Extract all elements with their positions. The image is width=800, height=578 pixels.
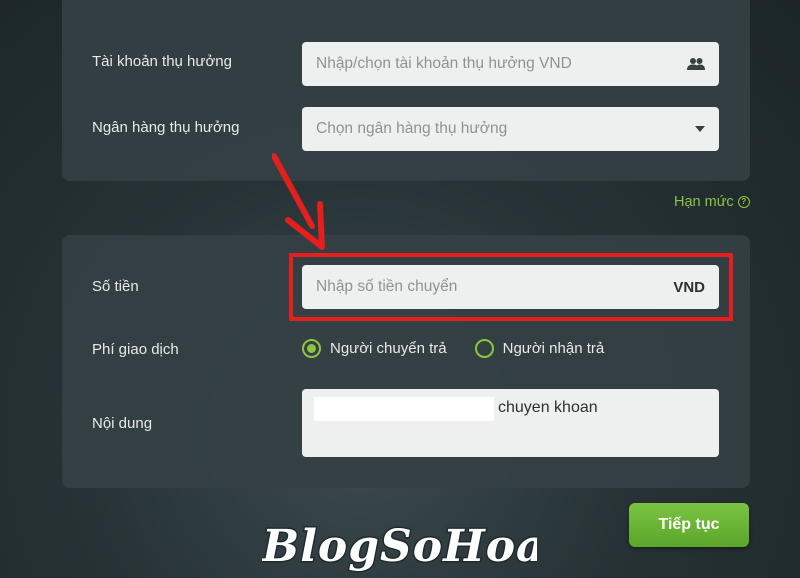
caret-down-icon — [695, 126, 705, 132]
help-icon: ? — [737, 196, 750, 208]
watermark-logo: BlogSoHoa — [262, 520, 537, 574]
fee-option-sender[interactable]: Người chuyển trả — [302, 339, 447, 358]
continue-button[interactable]: Tiếp tục — [629, 503, 749, 547]
amount-label: Số tiền — [92, 278, 139, 295]
beneficiary-bank-placeholder: Chọn ngân hàng thụ hưởng — [316, 120, 508, 137]
redacted-block — [314, 397, 494, 421]
radio-selected-icon[interactable] — [302, 339, 321, 358]
beneficiary-account-input[interactable]: Nhập/chọn tài khoản thụ hưởng VND — [302, 42, 719, 86]
svg-text:BlogSoHoa: BlogSoHoa — [262, 521, 537, 572]
limit-link[interactable]: Hạn mức ? — [674, 194, 750, 210]
fee-radio-group: Người chuyển trả Người nhận trả — [302, 339, 604, 358]
annotation-arrow-icon — [272, 153, 325, 250]
fee-label: Phí giao dịch — [92, 341, 179, 358]
beneficiary-bank-select[interactable]: Chọn ngân hàng thụ hưởng — [302, 107, 719, 151]
fee-option-receiver[interactable]: Người nhận trả — [474, 339, 605, 358]
limit-link-label: Hạn mức — [674, 194, 734, 210]
beneficiary-panel: Tài khoản thụ hưởng Nhập/chọn tài khoản … — [62, 0, 750, 181]
beneficiary-account-label: Tài khoản thụ hưởng — [92, 53, 232, 70]
beneficiary-bank-label: Ngân hàng thụ hưởng — [92, 119, 240, 136]
radio-unselected-icon[interactable] — [474, 339, 494, 358]
fee-option-sender-label: Người chuyển trả — [330, 340, 447, 357]
content-value: chuyen khoan — [498, 399, 598, 416]
contacts-icon[interactable] — [687, 57, 705, 71]
content-textarea[interactable]: chuyen khoan — [302, 389, 719, 457]
beneficiary-account-placeholder: Nhập/chọn tài khoản thụ hưởng VND — [316, 55, 572, 72]
content-label: Nội dung — [92, 415, 153, 432]
fee-option-receiver-label: Người nhận trả — [502, 340, 605, 357]
annotation-highlight-box — [289, 253, 733, 321]
